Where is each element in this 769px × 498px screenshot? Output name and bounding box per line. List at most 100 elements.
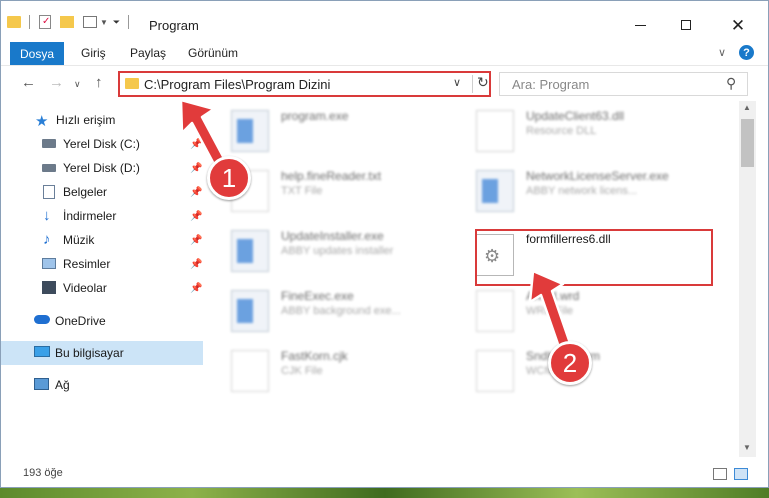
sidebar-item-drive-d[interactable]: Yerel Disk (D:) 📌 <box>1 156 203 180</box>
drive-icon <box>42 139 56 148</box>
star-icon: ★ <box>35 113 49 130</box>
maximize-icon <box>681 20 691 30</box>
step-badge-2: 2 <box>548 341 592 385</box>
search-icon[interactable]: ⚲ <box>726 75 736 92</box>
vertical-scrollbar[interactable]: ▲ ▼ <box>739 101 756 457</box>
tab-home[interactable]: Giriş <box>81 46 106 60</box>
sidebar-item-downloads[interactable]: ↓ İndirmeler 📌 <box>1 204 203 228</box>
file-icon <box>476 290 514 332</box>
file-item[interactable]: SndK...6.wcm WCM File <box>476 347 716 397</box>
recent-locations-icon[interactable]: ∨ <box>74 79 81 90</box>
close-icon: ✕ <box>730 15 746 35</box>
sidebar-item-documents[interactable]: Belgeler 📌 <box>1 180 203 204</box>
file-item[interactable]: NetworkLicenseServer.exe ABBY network li… <box>476 167 716 217</box>
pin-icon: 📌 <box>190 210 203 222</box>
window-title: Program <box>149 18 199 33</box>
application-icon <box>231 230 269 272</box>
scrollbar-thumb[interactable] <box>741 119 754 167</box>
videos-icon <box>42 281 56 294</box>
sidebar-item-label: Bu bilgisayar <box>55 346 124 360</box>
sidebar-item-pictures[interactable]: Resimler 📌 <box>1 252 203 276</box>
address-path[interactable]: C:\Program Files\Program Dizini <box>144 77 330 92</box>
tab-file[interactable]: Dosya <box>10 42 64 65</box>
scroll-down-icon[interactable]: ▼ <box>743 443 751 452</box>
chevron-down-icon[interactable]: ▼ <box>100 18 108 27</box>
up-icon[interactable]: ↑ <box>95 74 103 91</box>
file-item[interactable]: UpdateInstaller.exe ABBY updates install… <box>231 227 471 277</box>
sidebar-item-label: Müzik <box>63 233 95 247</box>
properties-icon[interactable]: ✓ <box>39 15 51 29</box>
forward-icon[interactable]: → <box>49 74 64 91</box>
download-icon: ↓ <box>43 207 51 224</box>
address-bar[interactable]: C:\Program Files\Program Dizini ∨ ↻ <box>118 71 491 97</box>
file-type: ABBY background exe... <box>281 305 401 317</box>
pin-icon: 📌 <box>190 258 203 270</box>
file-type: CJK File <box>281 365 323 377</box>
cloud-icon <box>34 315 50 324</box>
search-box[interactable]: Ara: Program ⚲ <box>499 72 748 96</box>
customize-toolbar-icon[interactable]: ⏷ <box>113 17 120 28</box>
file-item[interactable]: help.fineReader.txt TXT File <box>231 167 471 217</box>
file-type: TXT File <box>281 185 323 197</box>
sidebar-item-network[interactable]: Ağ <box>1 373 203 397</box>
ribbon-tabs: Dosya Giriş Paylaş Görünüm ∨ ? <box>1 41 768 65</box>
computer-icon <box>34 346 50 357</box>
sidebar-item-onedrive[interactable]: OneDrive <box>1 309 203 333</box>
application-icon <box>231 290 269 332</box>
refresh-icon[interactable]: ↻ <box>477 74 489 91</box>
file-name: UpdateClient63.dll <box>526 109 625 123</box>
tab-view[interactable]: Görünüm <box>188 46 238 60</box>
desktop-background <box>0 488 769 498</box>
navigation-bar: ← → ∨ ↑ C:\Program Files\Program Dizini … <box>1 65 768 101</box>
item-count: 193 öğe <box>23 467 63 479</box>
file-item[interactable]: FastKorn.cjk CJK File <box>231 347 471 397</box>
file-item[interactable]: program.exe <box>231 107 471 157</box>
minimize-button[interactable] <box>617 11 663 39</box>
status-bar: 193 öğe <box>1 459 768 487</box>
file-name: FineExec.exe <box>281 289 354 303</box>
divider <box>472 75 473 93</box>
tab-share[interactable]: Paylaş <box>130 46 166 60</box>
large-icons-view-icon[interactable] <box>734 468 748 480</box>
folder-icon <box>7 16 21 28</box>
sidebar-item-drive-c[interactable]: Yerel Disk (C:) 📌 <box>1 132 203 156</box>
sidebar-item-videos[interactable]: Videolar 📌 <box>1 276 203 300</box>
music-icon: ♪ <box>43 231 51 248</box>
file-name: NetworkLicenseServer.exe <box>526 169 669 183</box>
search-input[interactable]: Ara: Program <box>512 77 589 92</box>
separator-icon <box>29 15 30 29</box>
maximize-button[interactable] <box>663 11 709 39</box>
file-item[interactable]: Afwrd.wrd WRD File <box>476 287 716 337</box>
file-item[interactable]: UpdateClient63.dll Resource DLL <box>476 107 716 157</box>
network-icon <box>34 378 49 390</box>
expand-ribbon-icon[interactable]: ∨ <box>718 46 726 59</box>
file-type: ABBY updates installer <box>281 245 394 257</box>
sidebar-item-quick-access[interactable]: ★ Hızlı erişim <box>1 108 203 132</box>
sidebar-item-label: Yerel Disk (D:) <box>63 161 140 175</box>
drive-icon <box>42 164 56 172</box>
target-file-highlight <box>475 229 713 286</box>
back-icon[interactable]: ← <box>21 74 36 91</box>
help-icon[interactable]: ? <box>739 45 754 60</box>
file-name: FastKorn.cjk <box>281 349 348 363</box>
explorer-window: ✓ ▼ ⏷ Program ✕ Dosya Giriş Paylaş Görün… <box>0 0 769 488</box>
close-button[interactable]: ✕ <box>715 11 761 39</box>
file-icon <box>231 350 269 392</box>
new-folder-icon[interactable] <box>60 16 74 28</box>
step-badge-1: 1 <box>207 156 251 200</box>
file-item[interactable]: FineExec.exe ABBY background exe... <box>231 287 471 337</box>
file-icon <box>476 350 514 392</box>
sidebar-item-this-pc[interactable]: Bu bilgisayar <box>1 341 203 365</box>
sidebar-item-label: Ağ <box>55 378 70 392</box>
pin-icon: 📌 <box>190 282 203 294</box>
scroll-up-icon[interactable]: ▲ <box>743 103 751 112</box>
file-name: program.exe <box>281 109 349 123</box>
minimize-icon <box>634 24 646 26</box>
pictures-icon <box>42 258 56 269</box>
separator-icon <box>128 15 130 29</box>
view-options-icon[interactable] <box>83 16 97 28</box>
sidebar-item-music[interactable]: ♪ Müzik 📌 <box>1 228 203 252</box>
details-view-icon[interactable] <box>713 468 727 480</box>
application-icon <box>476 170 514 212</box>
address-history-icon[interactable]: ∨ <box>453 76 461 89</box>
